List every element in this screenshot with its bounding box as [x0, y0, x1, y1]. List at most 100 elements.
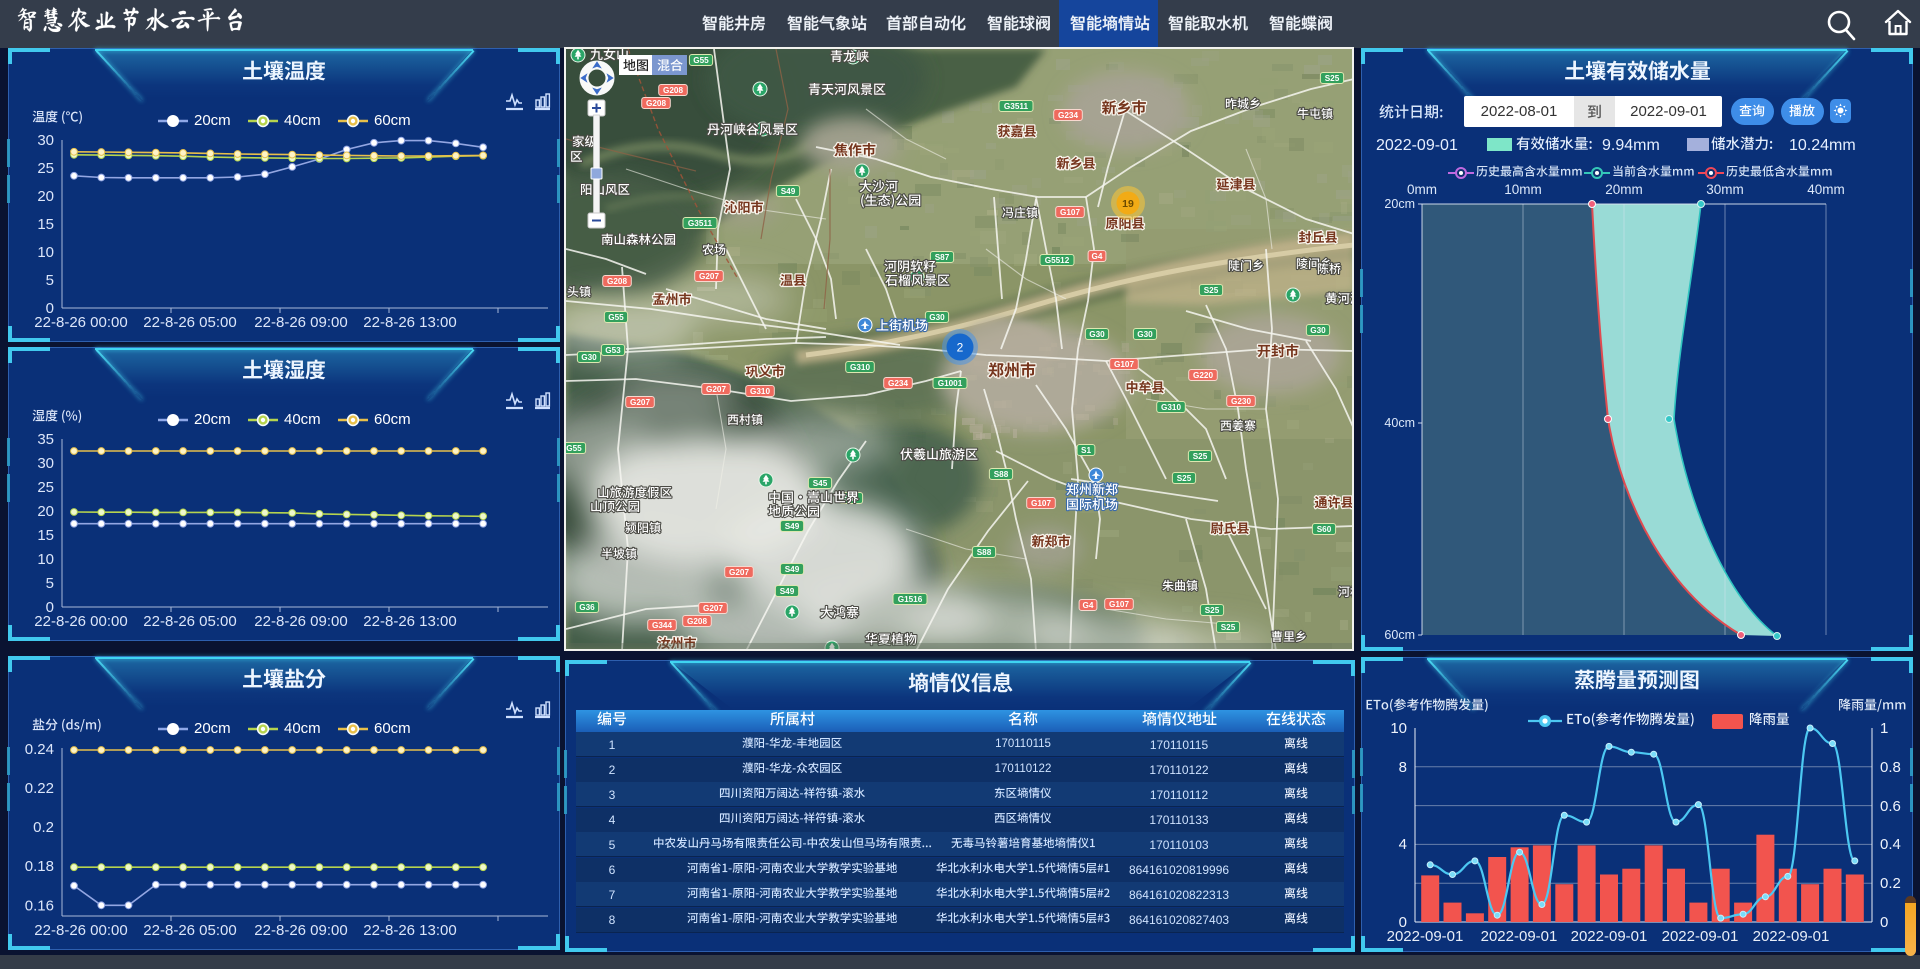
svg-text:0.2: 0.2	[33, 819, 54, 836]
svg-text:22-8-26 00:00: 22-8-26 00:00	[34, 613, 127, 630]
svg-text:S25: S25	[1177, 474, 1192, 483]
svg-text:2022-09-01: 2022-09-01	[1753, 928, 1830, 945]
svg-text:10: 10	[1390, 720, 1407, 737]
svg-text:G5512: G5512	[1045, 256, 1070, 265]
svg-text:2: 2	[957, 341, 964, 355]
svg-text:S49: S49	[781, 187, 796, 196]
svg-text:G107: G107	[1031, 499, 1051, 508]
svg-text:35: 35	[37, 431, 54, 448]
svg-text:G36: G36	[579, 603, 595, 612]
svg-text:G310: G310	[850, 363, 870, 372]
svg-text:22-8-26 09:00: 22-8-26 09:00	[254, 314, 347, 331]
svg-text:22-8-26 05:00: 22-8-26 05:00	[143, 922, 236, 939]
svg-text:40mm: 40mm	[1807, 182, 1845, 197]
svg-text:G30: G30	[929, 313, 945, 322]
svg-text:S49: S49	[785, 522, 800, 531]
svg-text:22-8-26 05:00: 22-8-26 05:00	[143, 314, 236, 331]
svg-text:20: 20	[37, 503, 54, 520]
svg-text:30: 30	[37, 455, 54, 472]
svg-text:0.16: 0.16	[25, 897, 54, 914]
svg-text:S88: S88	[977, 548, 992, 557]
svg-text:2022-09-01: 2022-09-01	[1387, 928, 1464, 945]
svg-text:S49: S49	[785, 565, 800, 574]
svg-text:G107: G107	[1114, 360, 1134, 369]
svg-text:20: 20	[37, 188, 54, 205]
svg-text:0.24: 0.24	[25, 741, 54, 758]
svg-text:S25: S25	[1193, 452, 1208, 461]
svg-text:G53: G53	[605, 346, 621, 355]
svg-text:G208: G208	[607, 277, 627, 286]
svg-text:G208: G208	[663, 86, 683, 95]
svg-text:G55: G55	[608, 313, 624, 322]
svg-text:G208: G208	[687, 617, 707, 626]
svg-text:G3511: G3511	[688, 219, 713, 228]
svg-text:G207: G207	[630, 398, 650, 407]
svg-text:S45: S45	[813, 479, 828, 488]
svg-text:10: 10	[37, 551, 54, 568]
svg-text:S25: S25	[1221, 623, 1236, 632]
svg-text:G3511: G3511	[1004, 102, 1029, 111]
svg-text:G4: G4	[1083, 601, 1094, 610]
svg-text:G107: G107	[1109, 600, 1129, 609]
svg-text:30mm: 30mm	[1706, 182, 1744, 197]
svg-text:1: 1	[1880, 720, 1888, 737]
svg-text:S25: S25	[1325, 74, 1340, 83]
svg-text:15: 15	[37, 216, 54, 233]
svg-text:G208: G208	[646, 99, 666, 108]
svg-text:20cm: 20cm	[1384, 197, 1415, 211]
svg-text:G230: G230	[1231, 397, 1251, 406]
svg-text:S88: S88	[994, 470, 1009, 479]
svg-text:S49: S49	[780, 587, 795, 596]
svg-text:19: 19	[1122, 198, 1134, 210]
svg-text:G30: G30	[1089, 330, 1105, 339]
svg-text:10: 10	[37, 244, 54, 261]
svg-text:0.8: 0.8	[1880, 759, 1901, 776]
svg-text:G344: G344	[652, 621, 672, 630]
svg-text:8: 8	[1399, 759, 1407, 776]
svg-text:22-8-26 09:00: 22-8-26 09:00	[254, 613, 347, 630]
svg-text:15: 15	[37, 527, 54, 544]
svg-text:22-8-26 13:00: 22-8-26 13:00	[363, 314, 456, 331]
svg-text:G1516: G1516	[898, 595, 923, 604]
svg-text:22-8-26 13:00: 22-8-26 13:00	[363, 613, 456, 630]
svg-text:G30: G30	[1310, 326, 1326, 335]
svg-text:10mm: 10mm	[1504, 182, 1542, 197]
svg-text:G310: G310	[1161, 403, 1181, 412]
svg-text:S25: S25	[1205, 606, 1220, 615]
svg-text:G1001: G1001	[938, 379, 963, 388]
svg-text:G107: G107	[1060, 208, 1080, 217]
svg-text:S60: S60	[1317, 525, 1332, 534]
svg-text:2022-09-01: 2022-09-01	[1662, 928, 1739, 945]
svg-text:G234: G234	[888, 379, 908, 388]
svg-text:60cm: 60cm	[1384, 628, 1415, 642]
svg-text:0.4: 0.4	[1880, 836, 1901, 853]
svg-text:20mm: 20mm	[1605, 182, 1643, 197]
svg-text:25: 25	[37, 160, 54, 177]
svg-text:G55: G55	[693, 56, 709, 65]
svg-text:0: 0	[1880, 914, 1888, 931]
svg-text:0mm: 0mm	[1407, 182, 1437, 197]
svg-text:G220: G220	[1193, 371, 1213, 380]
svg-text:G207: G207	[703, 604, 723, 613]
svg-text:2022-09-01: 2022-09-01	[1481, 928, 1558, 945]
svg-text:2022-09-01: 2022-09-01	[1571, 928, 1648, 945]
svg-text:S87: S87	[935, 253, 950, 262]
svg-text:S1: S1	[1081, 446, 1091, 455]
svg-text:22-8-26 05:00: 22-8-26 05:00	[143, 613, 236, 630]
svg-text:G234: G234	[1058, 111, 1078, 120]
svg-text:G207: G207	[699, 272, 719, 281]
svg-text:4: 4	[1399, 836, 1407, 853]
svg-text:0.22: 0.22	[25, 780, 54, 797]
svg-text:G30: G30	[581, 353, 597, 362]
svg-text:S25: S25	[1204, 286, 1219, 295]
svg-text:0.6: 0.6	[1880, 798, 1901, 815]
svg-text:30: 30	[37, 132, 54, 149]
svg-text:0.18: 0.18	[25, 858, 54, 875]
svg-text:5: 5	[46, 575, 54, 592]
svg-text:G55: G55	[566, 444, 582, 453]
svg-text:22-8-26 00:00: 22-8-26 00:00	[34, 922, 127, 939]
svg-text:G4: G4	[1092, 252, 1103, 261]
svg-text:22-8-26 09:00: 22-8-26 09:00	[254, 922, 347, 939]
svg-text:40cm: 40cm	[1384, 416, 1415, 430]
svg-text:5: 5	[46, 272, 54, 289]
